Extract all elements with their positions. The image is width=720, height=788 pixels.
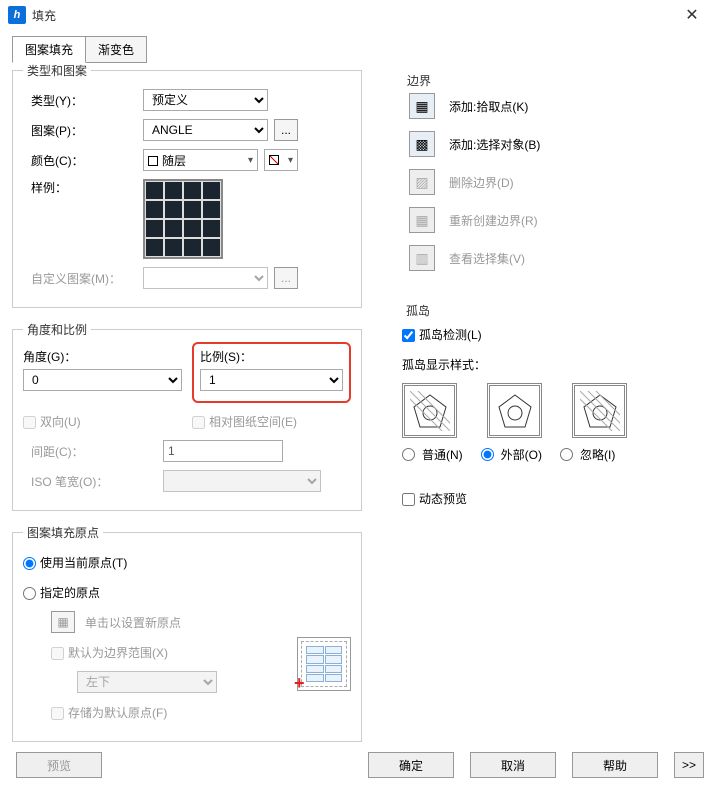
remove-boundary-icon: ▨	[409, 169, 435, 195]
window-title: 填充	[32, 7, 56, 24]
use-current-origin-radio[interactable]: 使用当前原点(T)	[23, 554, 127, 571]
expand-button[interactable]: >>	[674, 752, 704, 778]
tab-bar: 图案填充 渐变色	[12, 36, 720, 63]
double-dir-checkbox: 双向(U)	[23, 415, 81, 429]
default-bounds-checkbox: 默认为边界范围(X)	[51, 644, 168, 661]
spacing-label: 间距(C)：	[23, 443, 163, 460]
type-label: 类型(Y)：	[23, 92, 143, 109]
scale-label: 比例(S)：	[200, 348, 343, 365]
select-object-icon[interactable]: ▩	[409, 131, 435, 157]
remove-boundary-label: 删除边界(D)	[449, 174, 514, 191]
view-selection-icon: ▥	[409, 245, 435, 271]
close-button[interactable]: ✕	[672, 0, 712, 30]
recreate-boundary-icon: ▦	[409, 207, 435, 233]
pentagon-dense-hatch-icon	[580, 391, 620, 431]
color-label: 颜色(C)：	[23, 152, 143, 169]
pattern-label: 图案(P)：	[23, 122, 143, 139]
legend-type-pattern: 类型和图案	[23, 62, 91, 79]
island-outer-radio[interactable]: 外部(O)	[481, 446, 542, 463]
relative-paper-checkbox: 相对图纸空间(E)	[192, 415, 297, 429]
type-select[interactable]: 预定义	[143, 89, 268, 111]
pattern-preview[interactable]	[143, 179, 223, 259]
button-bar: 预览 确定 取消 帮助 >>	[0, 752, 720, 778]
island-ignore-radio[interactable]: 忽略(I)	[560, 446, 615, 463]
help-button[interactable]: 帮助	[572, 752, 658, 778]
island-style-label: 孤岛显示样式：	[402, 356, 486, 373]
island-normal-radio[interactable]: 普通(N)	[402, 446, 463, 463]
ok-button[interactable]: 确定	[368, 752, 454, 778]
custom-pattern-label: 自定义图案(M)：	[23, 270, 143, 287]
corner-select: 左下	[77, 671, 217, 693]
set-origin-icon-button: ▦	[51, 611, 75, 633]
scale-select[interactable]: 1	[200, 369, 343, 391]
legend-boundary: 边界	[403, 72, 435, 89]
color-bg-select[interactable]: ▾	[264, 149, 298, 171]
dynamic-preview-checkbox[interactable]: 动态预览	[402, 490, 467, 507]
group-origin: 图案填充原点 使用当前原点(T) 指定的原点 ▦ 单击以设置新原点 默认为边界范…	[12, 524, 362, 742]
group-angle-scale: 角度和比例 角度(G)： 0 比例(S)： 1 双向(U) 相对图纸空间(E)	[12, 321, 362, 511]
island-style-outer-thumb[interactable]	[487, 383, 542, 438]
iso-pen-label: ISO 笔宽(O)：	[23, 473, 163, 490]
pattern-select[interactable]: ANGLE	[143, 119, 268, 141]
custom-pattern-select	[143, 267, 268, 289]
sample-label: 样例：	[23, 179, 143, 196]
add-select-object-label[interactable]: 添加:选择对象(B)	[449, 136, 540, 153]
legend-angle-scale: 角度和比例	[23, 321, 91, 338]
color-value-text: 随层	[162, 154, 186, 168]
color-swatch-icon	[148, 156, 158, 166]
cancel-button[interactable]: 取消	[470, 752, 556, 778]
island-style-ignore-thumb[interactable]	[572, 383, 627, 438]
store-default-checkbox: 存储为默认原点(F)	[51, 704, 167, 721]
origin-preview: +	[297, 637, 351, 691]
legend-island: 孤岛	[402, 302, 434, 319]
title-bar: h 填充 ✕	[0, 0, 720, 30]
preview-button: 预览	[16, 752, 102, 778]
click-set-new-label: 单击以设置新原点	[85, 614, 181, 631]
tab-gradient[interactable]: 渐变色	[85, 36, 147, 63]
color-select[interactable]: 随层 ▾	[143, 149, 258, 171]
pick-point-icon[interactable]: ▦	[409, 93, 435, 119]
island-style-normal-thumb[interactable]	[402, 383, 457, 438]
custom-pattern-more-button: ...	[274, 267, 298, 289]
angle-select[interactable]: 0	[23, 369, 182, 391]
none-color-icon	[269, 155, 279, 165]
chevron-down-icon: ▾	[288, 155, 293, 166]
angle-label: 角度(G)：	[23, 348, 182, 365]
pattern-more-button[interactable]: ...	[274, 119, 298, 141]
specified-origin-radio[interactable]: 指定的原点	[23, 584, 100, 601]
view-selection-label: 查看选择集(V)	[449, 250, 525, 267]
tab-pattern-fill[interactable]: 图案填充	[12, 36, 86, 63]
plus-icon: +	[294, 673, 305, 694]
pentagon-icon	[495, 391, 535, 431]
iso-pen-select	[163, 470, 321, 492]
recreate-boundary-label: 重新创建边界(R)	[449, 212, 538, 229]
scale-highlight-box: 比例(S)： 1	[192, 342, 351, 403]
legend-origin: 图案填充原点	[23, 524, 103, 541]
group-type-pattern: 类型和图案 类型(Y)： 预定义 图案(P)： ANGLE ... 颜色(C)：	[12, 62, 362, 308]
spacing-input	[163, 440, 283, 462]
chevron-down-icon: ▾	[248, 155, 253, 166]
app-icon: h	[8, 6, 26, 24]
pentagon-hatched-icon	[410, 391, 450, 431]
island-detect-checkbox[interactable]: 孤岛检测(L)	[402, 326, 482, 343]
add-pick-point-label[interactable]: 添加:拾取点(K)	[449, 98, 528, 115]
